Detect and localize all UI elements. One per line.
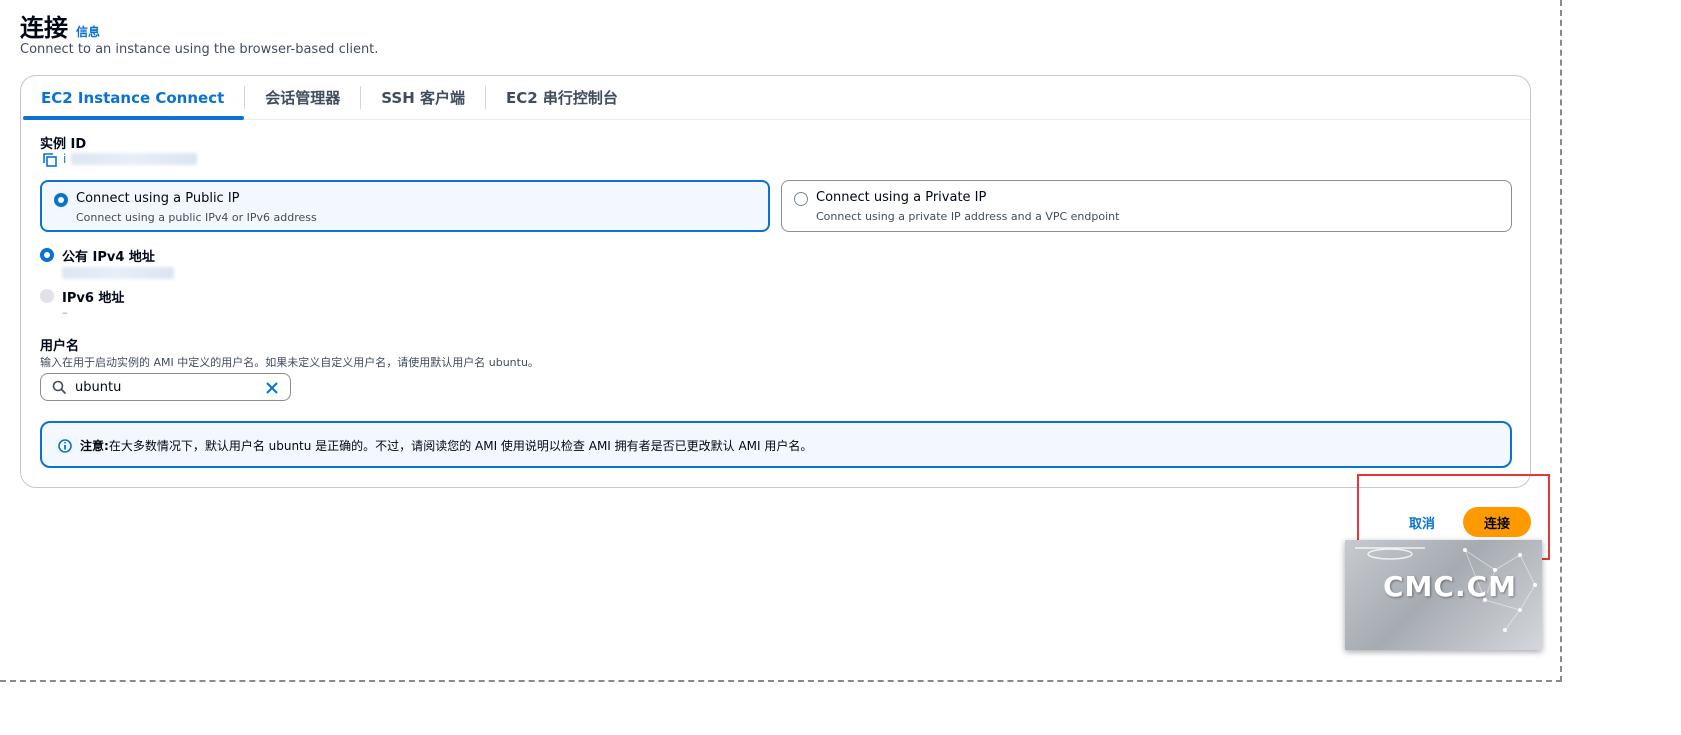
copy-icon[interactable] (43, 152, 57, 167)
private-ip-title: Connect using a Private IP (816, 190, 987, 205)
info-alert: 注意:在大多数情况下，默认用户名 ubuntu 是正确的。不过，请阅读您的 AM… (40, 421, 1512, 468)
tab-bar: EC2 Instance Connect 会话管理器 SSH 客户端 EC2 串… (21, 76, 1530, 120)
tab-serial-console[interactable]: EC2 串行控制台 (486, 76, 638, 119)
instance-id-value: i (63, 152, 67, 166)
public-ip-tile[interactable]: Connect using a Public IP Connect using … (40, 180, 770, 232)
public-ip-description: Connect using a public IPv4 or IPv6 addr… (76, 211, 317, 224)
public-ip-radio[interactable] (54, 193, 68, 207)
alert-body: 在大多数情况下，默认用户名 ubuntu 是正确的。不过，请阅读您的 AMI 使… (108, 439, 813, 453)
tab-ssh-client[interactable]: SSH 客户端 (361, 76, 485, 119)
title-row: 连接 信息 (20, 8, 100, 43)
alert-prefix: 注意: (80, 439, 109, 453)
search-icon (52, 380, 67, 399)
ipv6-radio (40, 289, 54, 303)
private-ip-radio[interactable] (794, 192, 808, 206)
info-link[interactable]: 信息 (76, 23, 100, 40)
username-input[interactable]: ubuntu (40, 373, 291, 401)
ipv4-label: 公有 IPv4 地址 (62, 250, 155, 265)
private-ip-tile[interactable]: Connect using a Private IP Connect using… (781, 180, 1512, 232)
info-icon (58, 438, 72, 457)
username-value: ubuntu (75, 380, 122, 395)
alert-message: 注意:在大多数情况下，默认用户名 ubuntu 是正确的。不过，请阅读您的 AM… (80, 437, 812, 454)
ipv6-label: IPv6 地址 (62, 291, 125, 306)
ipv6-value: – (62, 306, 68, 319)
page-frame: 连接 信息 Connect to an instance using the b… (0, 0, 1562, 682)
page-subtitle: Connect to an instance using the browser… (20, 42, 379, 57)
connect-panel: EC2 Instance Connect 会话管理器 SSH 客户端 EC2 串… (20, 75, 1531, 488)
redacted-ipv4-address (62, 267, 174, 279)
private-ip-description: Connect using a private IP address and a… (816, 210, 1120, 223)
tab-ec2-instance-connect[interactable]: EC2 Instance Connect (21, 76, 245, 120)
redacted-instance-id (71, 153, 197, 165)
username-help: 输入在用于启动实例的 AMI 中定义的用户名。如果未定义自定义用户名，请使用默认… (40, 356, 539, 369)
username-label: 用户名 (40, 339, 80, 354)
ipv4-radio[interactable] (40, 248, 54, 262)
watermark-image: CMC.CM (1345, 540, 1542, 650)
public-ip-title: Connect using a Public IP (76, 191, 240, 206)
watermark-text: CMC.CM (1383, 570, 1518, 603)
page-title: 连接 (20, 14, 68, 42)
tab-session-manager[interactable]: 会话管理器 (245, 76, 360, 119)
clear-icon[interactable] (265, 380, 279, 399)
instance-id-label: 实例 ID (40, 137, 87, 152)
